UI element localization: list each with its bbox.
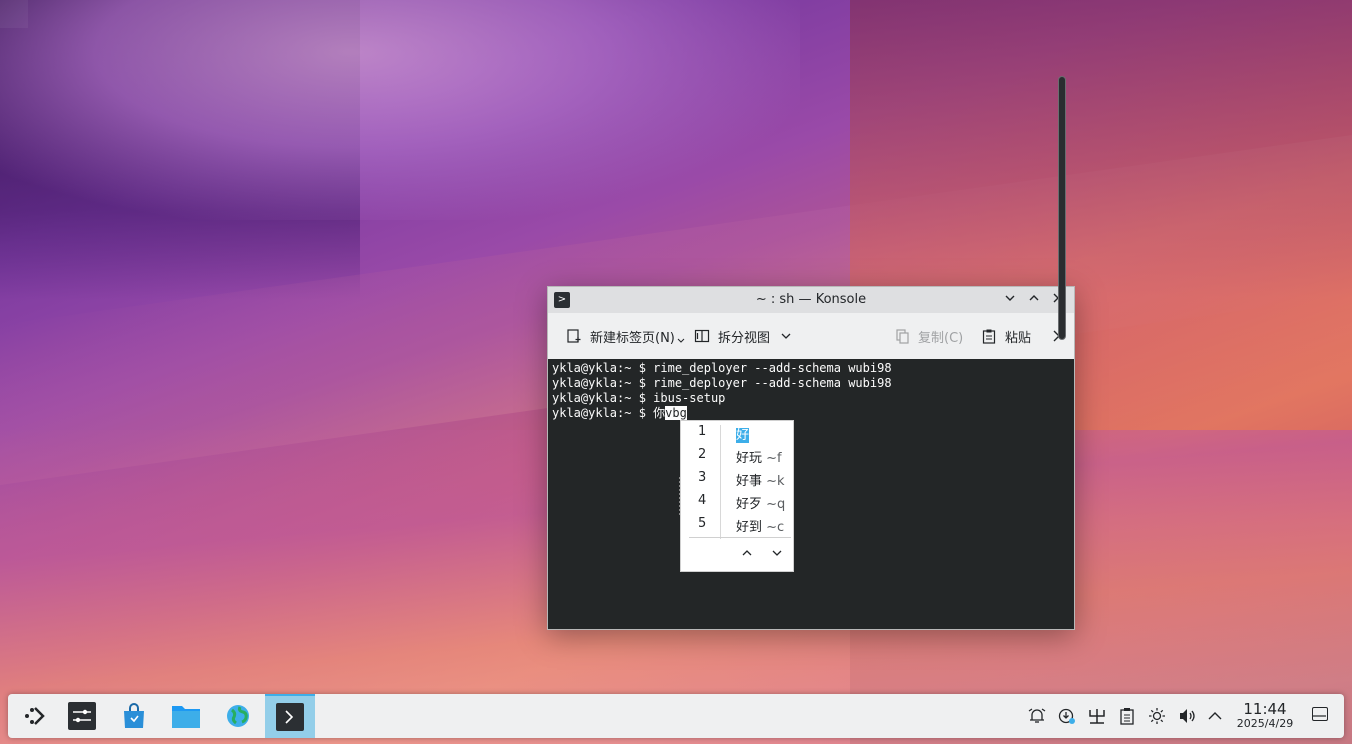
brightness-icon	[1149, 708, 1165, 724]
volume-icon	[1180, 709, 1195, 723]
dropdown-indicator-icon	[677, 338, 685, 343]
copy-icon	[896, 329, 909, 344]
candidate-number: 4	[698, 493, 707, 508]
clipboard-icon	[1120, 708, 1134, 725]
candidate-number: 1	[698, 424, 707, 439]
ime-candidate[interactable]: 3 好事 ~k	[681, 467, 793, 489]
terminal-line: ykla@ykla:~ $ rime_deployer --add-schema…	[552, 376, 892, 390]
title-bar[interactable]: > ~ : sh — Konsole	[548, 287, 1074, 313]
candidate-number: 5	[698, 516, 707, 531]
ime-candidate[interactable]: 4 好歹 ~q	[681, 490, 793, 512]
ime-next-page-button[interactable]	[771, 547, 783, 561]
candidate-hint: ~q	[762, 497, 786, 512]
clock-time: 11:44	[1243, 700, 1287, 718]
candidate-text: 好	[736, 428, 750, 443]
new-tab-button[interactable]: 新建标签页(N)	[566, 326, 685, 346]
taskbar-panel: 11:44 2025/4/29	[8, 694, 1344, 738]
copy-label: 复制(C)	[918, 330, 964, 346]
terminal-scrollbar[interactable]	[1058, 76, 1066, 340]
committed-text: 你	[653, 406, 666, 420]
alarm-bell-icon	[1028, 708, 1046, 723]
tray-volume[interactable]	[1177, 706, 1197, 726]
show-desktop-icon	[1313, 715, 1326, 717]
tray-brightness[interactable]	[1147, 706, 1167, 726]
tray-clipboard[interactable]	[1117, 706, 1137, 726]
terminal-line: ykla@ykla:~ $ rime_deployer --add-schema…	[552, 361, 892, 375]
digital-clock[interactable]: 11:44 2025/4/29	[1234, 701, 1296, 731]
shopping-bag-icon	[124, 703, 144, 728]
ime-candidate[interactable]: 2 好玩 ~f	[681, 444, 793, 466]
kde-launcher-icon	[25, 707, 45, 725]
input-method-icon	[1089, 709, 1105, 724]
terminal-output: ykla@ykla:~ $ rime_deployer --add-schema…	[552, 361, 892, 421]
paste-label: 粘贴	[1005, 330, 1032, 346]
copy-button[interactable]: 复制(C)	[894, 326, 963, 346]
task-konsole[interactable]	[265, 694, 315, 738]
candidate-hint: ~k	[762, 474, 785, 489]
split-view-button[interactable]: 拆分视图	[694, 326, 792, 346]
ime-candidate[interactable]: 5 好到 ~c	[681, 513, 793, 535]
paste-button[interactable]: 粘贴	[981, 326, 1031, 346]
ime-prev-page-button[interactable]	[741, 547, 753, 561]
application-launcher-button[interactable]	[16, 698, 52, 734]
show-desktop-button[interactable]	[1312, 707, 1328, 721]
clock-date: 2025/4/29	[1236, 717, 1294, 730]
toolbar: 新建标签页(N) 拆分视图 复制(C) 粘贴	[548, 313, 1074, 360]
chevron-up-icon	[742, 550, 752, 556]
task-file-manager[interactable]	[168, 698, 204, 734]
new-tab-icon	[567, 329, 581, 343]
settings-sliders-icon	[68, 702, 96, 730]
globe-icon	[227, 705, 249, 727]
chevron-down-icon	[1005, 295, 1015, 301]
task-web-browser[interactable]	[220, 698, 256, 734]
preedit-text: vbg	[665, 406, 687, 420]
tray-expand-button[interactable]	[1205, 706, 1225, 726]
terminal-icon	[276, 703, 304, 731]
chevron-down-icon	[772, 550, 782, 556]
minimize-button[interactable]	[1000, 290, 1020, 310]
terminal-prompt: ykla@ykla:~ $	[552, 406, 654, 420]
candidate-text: 好到	[736, 520, 763, 535]
candidate-text: 好歹	[736, 497, 763, 512]
update-icon	[1058, 708, 1075, 724]
new-tab-label: 新建标签页(N)	[590, 330, 675, 346]
terminal-line: ykla@ykla:~ $ ibus-setup	[552, 391, 726, 405]
window-title: ~ : sh — Konsole	[755, 292, 867, 307]
candidate-number: 3	[698, 470, 707, 485]
candidate-text: 好事	[736, 474, 763, 489]
task-system-settings[interactable]	[64, 698, 100, 734]
split-view-label: 拆分视图	[718, 330, 771, 346]
konsole-window[interactable]: > ~ : sh — Konsole 新建标签页(N) 拆分视图 复制(C) 粘…	[547, 286, 1075, 630]
candidate-hint: ~f	[762, 451, 782, 466]
tray-updates[interactable]	[1057, 706, 1077, 726]
ime-candidate-window: 1 好 2 好玩 ~f 3 好事 ~k 4 好歹 ~q 5 好到 ~c	[680, 420, 794, 572]
maximize-button[interactable]	[1024, 290, 1044, 310]
chevron-down-icon	[781, 333, 791, 339]
desktop-corner-widget[interactable]	[0, 0, 28, 28]
task-discover[interactable]	[116, 698, 152, 734]
candidate-hint: ~c	[762, 520, 785, 535]
tray-input-method[interactable]	[1087, 706, 1107, 726]
tray-notifications[interactable]	[1027, 706, 1047, 726]
folder-icon	[172, 706, 200, 728]
terminal-view[interactable]: ykla@ykla:~ $ rime_deployer --add-schema…	[548, 359, 1074, 629]
candidate-number: 2	[698, 447, 707, 462]
ime-candidate[interactable]: 1 好	[681, 421, 793, 443]
chevron-up-icon	[1208, 712, 1222, 720]
candidate-text: 好玩	[736, 451, 763, 466]
paste-icon	[982, 329, 996, 344]
chevron-up-icon	[1029, 295, 1039, 301]
split-view-icon	[694, 329, 710, 343]
